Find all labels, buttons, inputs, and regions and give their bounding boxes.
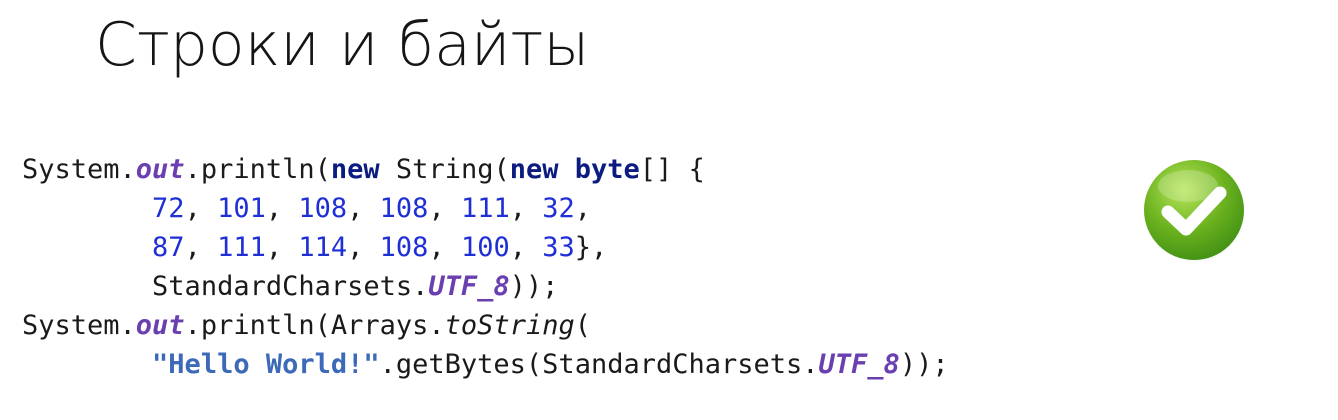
- code-line-4: StandardCharsets.UTF_8));: [22, 267, 949, 306]
- code-token: ,: [428, 232, 461, 263]
- code-line-6: "Hello World!".getBytes(StandardCharsets…: [22, 345, 949, 384]
- code-number: 111: [460, 193, 510, 224]
- code-constant: UTF_8: [428, 271, 510, 302]
- code-token: .println(Arrays.: [184, 310, 445, 341]
- code-token: ,: [574, 193, 592, 224]
- code-token: ));: [899, 349, 949, 380]
- code-number: 87: [152, 232, 185, 263]
- code-token: .getBytes(StandardCharsets.: [379, 349, 819, 380]
- code-token: (: [574, 310, 591, 341]
- code-token: out: [135, 310, 185, 341]
- slide-title: Строки и байты: [95, 10, 590, 80]
- code-string: "Hello World!": [152, 349, 380, 380]
- checkmark-icon: [1140, 156, 1248, 264]
- code-number: 100: [460, 232, 510, 263]
- code-number: 101: [217, 193, 266, 224]
- code-number: 111: [217, 232, 266, 263]
- code-keyword: new: [509, 154, 559, 185]
- code-number: 114: [298, 232, 348, 263]
- code-token: ,: [347, 232, 380, 263]
- code-constant: UTF_8: [818, 349, 900, 380]
- code-token: ,: [428, 193, 461, 224]
- code-method: toString: [444, 310, 575, 341]
- code-token: },: [574, 232, 608, 263]
- code-token: ,: [509, 193, 543, 224]
- code-token: .println(: [184, 154, 331, 185]
- code-line-1: System.out.println(new String(new byte[]…: [22, 150, 949, 189]
- code-token: ,: [265, 232, 299, 263]
- code-line-2: 72, 101, 108, 108, 111, 32,: [22, 189, 949, 228]
- code-number: 108: [298, 193, 348, 224]
- code-line-3: 87, 111, 114, 108, 100, 33},: [22, 228, 949, 267]
- code-token: [] {: [639, 154, 705, 185]
- code-number: 32: [542, 193, 575, 224]
- code-token: ,: [347, 193, 380, 224]
- code-number: 108: [379, 232, 429, 263]
- code-number: 108: [379, 193, 429, 224]
- checkmark-icon-svg: [1144, 160, 1245, 263]
- code-number: 33: [542, 232, 575, 263]
- code-line-5: System.out.println(Arrays.toString(: [22, 306, 949, 345]
- code-token: ,: [184, 193, 218, 224]
- code-token: ,: [509, 232, 543, 263]
- code-token: ,: [265, 193, 299, 224]
- code-token: ,: [184, 232, 218, 263]
- code-token: out: [135, 154, 185, 185]
- code-number: 72: [152, 193, 185, 224]
- code-token: String(: [379, 154, 510, 185]
- code-token: StandardCharsets.: [152, 271, 429, 302]
- code-token: System.: [22, 310, 136, 341]
- code-token: ));: [509, 271, 559, 302]
- code-token: System.: [22, 154, 136, 185]
- code-keyword: byte: [574, 154, 640, 185]
- code-keyword: new: [330, 154, 380, 185]
- code-block: System.out.println(new String(new byte[]…: [22, 150, 949, 384]
